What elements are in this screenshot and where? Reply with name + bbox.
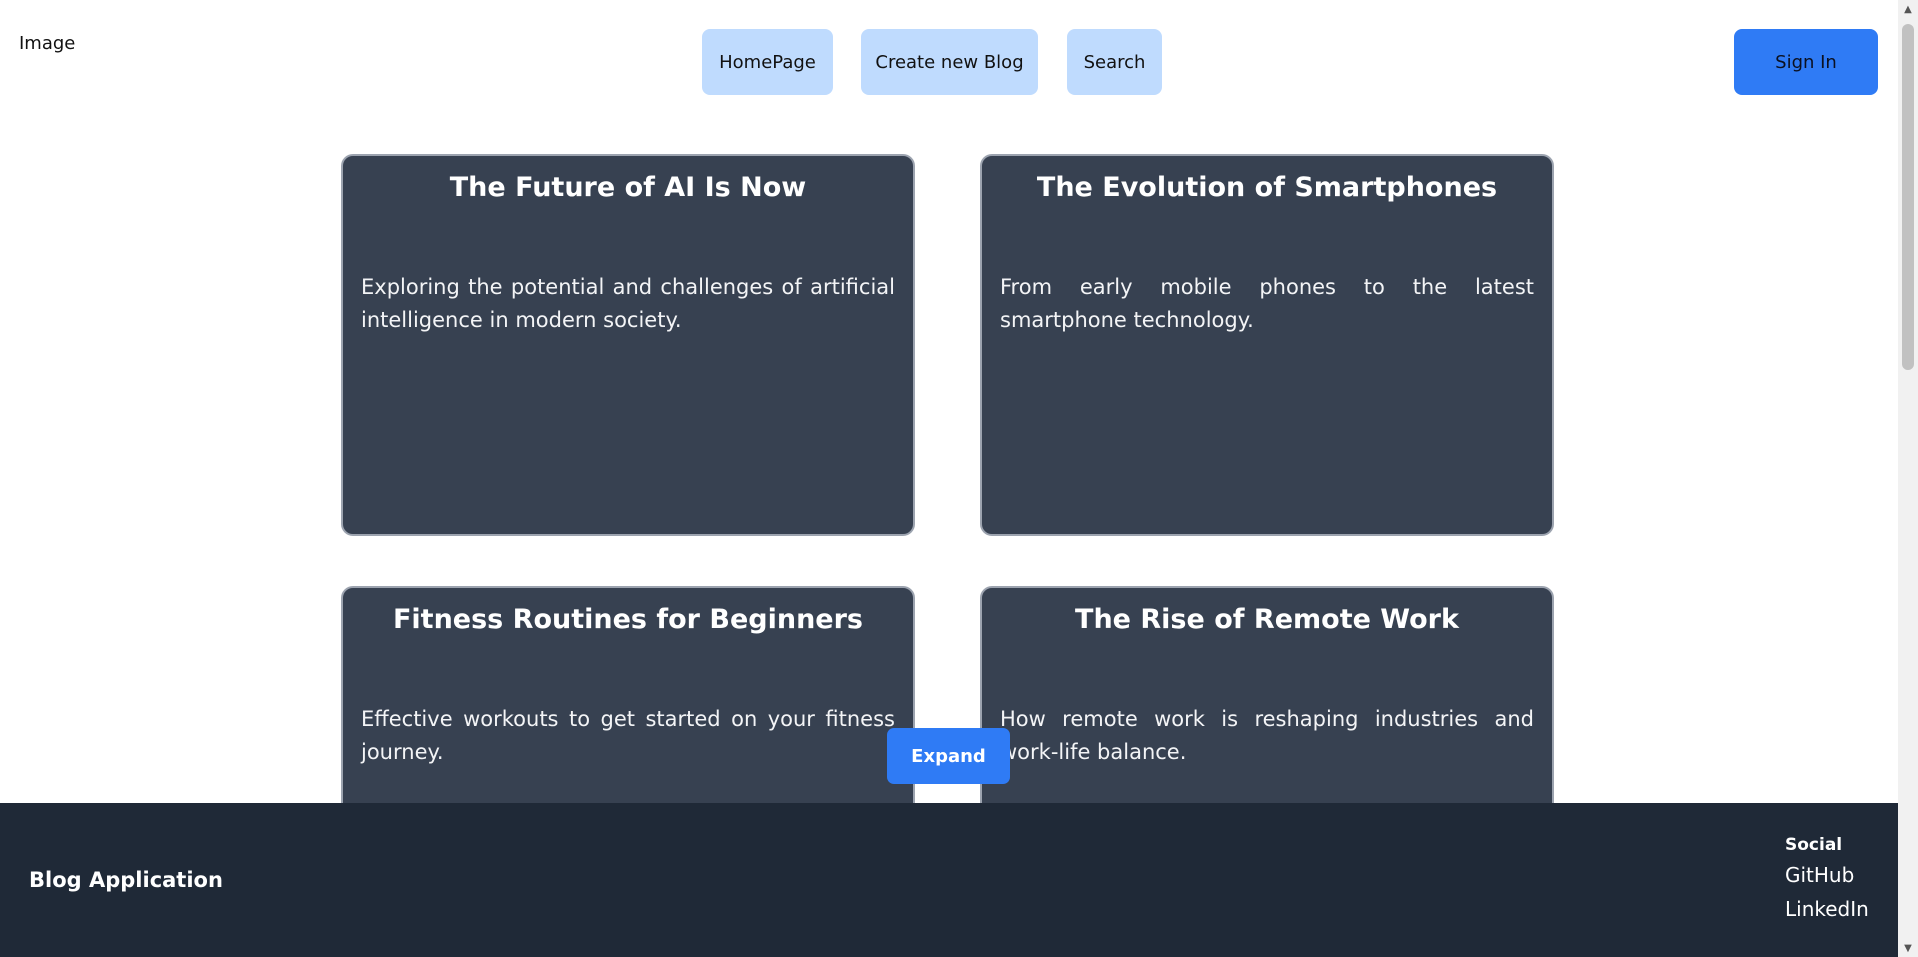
vertical-scrollbar[interactable]: ▲ ▼ [1898, 0, 1918, 957]
nav-homepage-button[interactable]: HomePage [702, 29, 833, 95]
blog-card-title: The Future of AI Is Now [449, 172, 807, 203]
expand-button[interactable]: Expand [887, 728, 1010, 784]
nav-search-button[interactable]: Search [1067, 29, 1162, 95]
triangle-down-icon[interactable]: ▼ [1898, 939, 1918, 957]
blog-card[interactable]: The Evolution of Smartphones From early … [980, 154, 1554, 536]
page-viewport: Image HomePage Create new Blog Search Si… [0, 0, 1898, 957]
triangle-up-icon[interactable]: ▲ [1898, 0, 1918, 18]
footer: Blog Application Social GitHub LinkedIn [0, 803, 1898, 957]
blog-card-description: How remote work is reshaping industries … [1000, 707, 1534, 764]
blog-card-description: From early mobile phones to the latest s… [1000, 275, 1534, 332]
github-link[interactable]: GitHub [1785, 863, 1869, 887]
footer-social: Social GitHub LinkedIn [1785, 835, 1869, 931]
blog-card[interactable]: The Future of AI Is Now Exploring the po… [341, 154, 915, 536]
linkedin-link[interactable]: LinkedIn [1785, 897, 1869, 921]
nav-create-blog-button[interactable]: Create new Blog [861, 29, 1038, 95]
social-heading: Social [1785, 835, 1843, 855]
blog-card-description: Exploring the potential and challenges o… [361, 275, 895, 332]
scrollbar-thumb[interactable] [1902, 24, 1914, 370]
main-nav: HomePage Create new Blog Search [0, 29, 1898, 95]
blog-card-title: The Rise of Remote Work [1075, 604, 1459, 635]
blog-card-title: Fitness Routines for Beginners [392, 604, 864, 635]
sign-in-button[interactable]: Sign In [1734, 29, 1878, 95]
footer-brand: Blog Application [29, 868, 223, 892]
blog-card-title: The Evolution of Smartphones [1036, 172, 1498, 203]
blog-card-description: Effective workouts to get started on you… [361, 707, 895, 764]
